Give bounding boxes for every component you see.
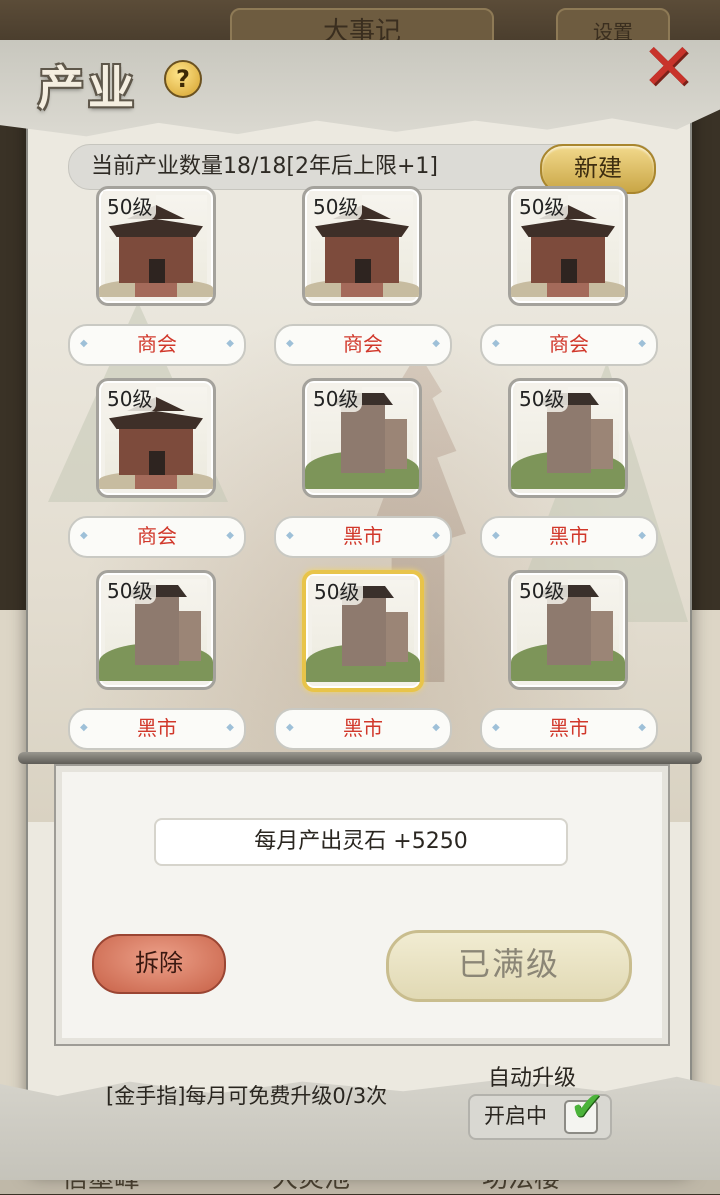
industry-name: 商会 xyxy=(274,324,452,366)
close-icon[interactable]: ✕ xyxy=(638,36,698,100)
industry-slot[interactable]: 50级黑市 xyxy=(274,570,452,750)
industry-thumbnail[interactable]: 50级 xyxy=(96,378,216,498)
industry-level: 50级 xyxy=(515,383,569,412)
industry-slot[interactable]: 50级商会 xyxy=(68,378,246,558)
industry-thumbnail[interactable]: 50级 xyxy=(302,186,422,306)
industry-thumbnail[interactable]: 50级 xyxy=(508,378,628,498)
industry-level: 50级 xyxy=(515,191,569,220)
industry-name: 黑市 xyxy=(480,516,658,558)
industry-level: 50级 xyxy=(309,383,363,412)
industry-level: 50级 xyxy=(309,191,363,220)
industry-slot[interactable]: 50级商会 xyxy=(480,186,658,366)
industry-name: 商会 xyxy=(480,324,658,366)
industry-slot[interactable]: 50级商会 xyxy=(274,186,452,366)
question-icon[interactable]: ? xyxy=(164,60,202,98)
max-level-button[interactable]: 已满级 xyxy=(386,930,632,1002)
checkmark-icon: ✔ xyxy=(570,1084,604,1130)
industry-level: 50级 xyxy=(310,576,364,605)
industry-name: 黑市 xyxy=(480,708,658,750)
monthly-output: 每月产出灵石 +5250 xyxy=(154,818,568,866)
industry-name: 黑市 xyxy=(68,708,246,750)
detail-panel xyxy=(54,764,670,1046)
industry-level: 50级 xyxy=(103,383,157,412)
industry-count-text: 当前产业数量18/18[2年后上限+1] xyxy=(91,154,438,179)
industry-name: 黑市 xyxy=(274,708,452,750)
auto-upgrade-toggle[interactable]: 开启中 ✔ xyxy=(468,1084,612,1140)
auto-upgrade-state: 开启中 xyxy=(484,1104,547,1128)
industry-slot[interactable]: 50级黑市 xyxy=(480,570,658,750)
industry-thumbnail[interactable]: 50级 xyxy=(96,570,216,690)
industry-thumbnail[interactable]: 50级 xyxy=(508,570,628,690)
industry-slot[interactable]: 50级黑市 xyxy=(68,570,246,750)
industry-name: 商会 xyxy=(68,516,246,558)
industry-level: 50级 xyxy=(515,575,569,604)
auto-upgrade-label: 自动升级 xyxy=(488,1066,577,1091)
golden-finger-text: [金手指]每月可免费升级0/3次 xyxy=(106,1084,388,1108)
detail-scroll-rod xyxy=(18,752,702,764)
industry-slot[interactable]: 50级商会 xyxy=(68,186,246,366)
industry-level: 50级 xyxy=(103,191,157,220)
demolish-button[interactable]: 拆除 xyxy=(92,934,226,994)
industry-thumbnail[interactable]: 50级 xyxy=(508,186,628,306)
industry-slot[interactable]: 50级黑市 xyxy=(274,378,452,558)
industry-thumbnail[interactable]: 50级 xyxy=(302,378,422,498)
panel-title: 产业 xyxy=(38,61,138,115)
industry-name: 黑市 xyxy=(274,516,452,558)
industry-thumbnail[interactable]: 50级 xyxy=(96,186,216,306)
industry-slot[interactable]: 50级黑市 xyxy=(480,378,658,558)
industry-thumbnail[interactable]: 50级 xyxy=(302,570,424,692)
industry-name: 商会 xyxy=(68,324,246,366)
industry-level: 50级 xyxy=(103,575,157,604)
